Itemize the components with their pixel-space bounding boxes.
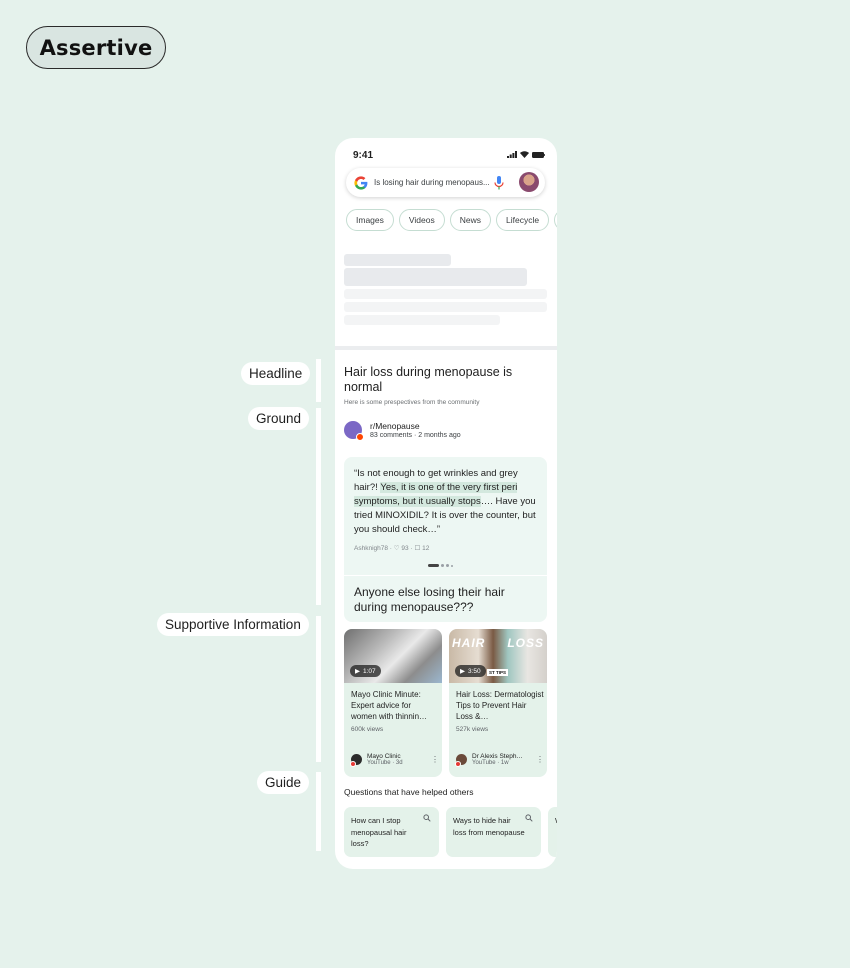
search-input[interactable]: Is losing hair during menopaus... bbox=[374, 178, 492, 187]
video-views: 527k views bbox=[456, 726, 489, 733]
search-icon bbox=[423, 814, 431, 822]
question-text: W t c bbox=[555, 815, 557, 827]
play-icon: ▶ bbox=[460, 668, 465, 675]
quote-text: “Is not enough to get wrinkles and grey … bbox=[354, 467, 540, 537]
video-title: Mayo Clinic Minute: Expert advice for wo… bbox=[351, 690, 428, 721]
comment-icon: ☐ bbox=[414, 545, 421, 552]
video-channel: Dr Alexis Steph… YouTube · 1w ⋮ bbox=[455, 753, 544, 767]
chip-videos[interactable]: Videos bbox=[398, 209, 445, 231]
google-logo-icon bbox=[354, 175, 368, 190]
video-title: Hair Loss: Dermatologist Tips to Prevent… bbox=[456, 690, 544, 721]
more-options-icon[interactable]: ⋮ bbox=[431, 755, 439, 764]
skeleton-line bbox=[344, 289, 547, 299]
carousel-dot[interactable] bbox=[446, 564, 449, 567]
video-thumbnail: HAIR LOSS ST TIPS ▶ 3:50 bbox=[449, 629, 547, 683]
channel-avatar bbox=[350, 754, 362, 767]
thumb-badge: ST TIPS bbox=[487, 669, 509, 676]
carousel-dot[interactable] bbox=[428, 564, 439, 567]
video-duration: ▶ 1:07 bbox=[350, 665, 381, 677]
annotation-bracket-ground bbox=[316, 408, 321, 605]
battery-icon bbox=[532, 151, 545, 158]
skeleton-line bbox=[344, 254, 451, 266]
channel-name: Dr Alexis Steph… bbox=[472, 753, 523, 760]
channel-meta: YouTube · 1w bbox=[472, 760, 509, 766]
question-chip[interactable]: Ways to hide hair loss from menopause bbox=[446, 807, 541, 857]
quote-likes: 93 bbox=[401, 545, 409, 552]
video-duration: ▶ 3:50 bbox=[455, 665, 486, 677]
phone-screen: 9:41 Is losing hair during menopaus... I… bbox=[335, 138, 557, 869]
play-icon: ▶ bbox=[355, 668, 360, 675]
channel-name: Mayo Clinic bbox=[367, 753, 401, 760]
question-chip[interactable]: How can I stop menopausal hair loss? bbox=[344, 807, 439, 857]
quote-divider bbox=[344, 575, 547, 576]
annotation-label-headline: Headline bbox=[241, 362, 311, 385]
annotation-label-guide: Guide bbox=[257, 771, 310, 794]
answer-subheadline: Here is some prespectives from the commu… bbox=[344, 399, 480, 406]
duration-text: 3:50 bbox=[468, 667, 481, 675]
channel-meta: YouTube · 3d bbox=[367, 760, 403, 766]
page-title: Assertive bbox=[26, 26, 166, 69]
quote-author: Ashknigh78 bbox=[354, 545, 388, 552]
chip-more[interactable]: Re bbox=[554, 209, 557, 231]
youtube-badge-icon bbox=[350, 761, 356, 767]
answer-headline: Hair loss during menopause is normal bbox=[344, 365, 513, 394]
wifi-icon bbox=[520, 151, 529, 158]
annotation-label-ground: Ground bbox=[248, 407, 310, 430]
community-source[interactable]: r/Menopause 83 comments · 2 months ago bbox=[344, 421, 461, 441]
channel-avatar bbox=[455, 754, 467, 767]
annotation-bracket-guide bbox=[316, 772, 321, 851]
search-icon bbox=[525, 814, 533, 822]
video-channel: Mayo Clinic YouTube · 3d ⋮ bbox=[350, 753, 439, 767]
question-chip[interactable]: W t c bbox=[548, 807, 557, 857]
question-text: How can I stop menopausal hair loss? bbox=[351, 816, 407, 848]
skeleton-line bbox=[344, 302, 547, 312]
carousel-dot[interactable] bbox=[441, 564, 444, 567]
status-icons bbox=[507, 151, 545, 158]
duration-text: 1:07 bbox=[363, 667, 376, 675]
carousel-indicator bbox=[428, 564, 453, 567]
youtube-badge-icon bbox=[455, 761, 461, 767]
chip-images[interactable]: Images bbox=[346, 209, 394, 231]
thumb-text-right: LOSS bbox=[507, 636, 544, 650]
community-avatar bbox=[344, 421, 364, 441]
reddit-badge-icon bbox=[356, 433, 364, 441]
video-views: 600k views bbox=[351, 726, 384, 733]
annotation-bracket-headline bbox=[316, 359, 321, 402]
quote-comments: 12 bbox=[422, 545, 430, 552]
questions-heading: Questions that have helped others bbox=[344, 787, 474, 797]
community-meta: 83 comments · 2 months ago bbox=[370, 432, 461, 439]
video-card[interactable]: ▶ 1:07 Mayo Clinic Minute: Expert advice … bbox=[344, 629, 442, 777]
filter-chips: Images Videos News Lifecycle Re bbox=[346, 209, 557, 231]
status-time: 9:41 bbox=[353, 150, 374, 161]
skeleton-line bbox=[344, 315, 500, 325]
annotation-bracket-supportive-information bbox=[316, 616, 321, 762]
video-card[interactable]: HAIR LOSS ST TIPS ▶ 3:50 Hair Loss: Derma… bbox=[449, 629, 547, 777]
chip-news[interactable]: News bbox=[449, 209, 491, 231]
section-divider bbox=[335, 346, 557, 350]
more-options-icon[interactable]: ⋮ bbox=[536, 755, 544, 764]
signal-icon bbox=[507, 151, 517, 158]
community-quote-card[interactable]: “Is not enough to get wrinkles and grey … bbox=[344, 457, 547, 622]
annotation-label-supportive-information: Supportive Information bbox=[157, 613, 309, 636]
thumb-text-left: HAIR bbox=[452, 636, 486, 650]
heart-icon: ♡ bbox=[393, 545, 400, 552]
search-bar[interactable]: Is losing hair during menopaus... bbox=[346, 168, 545, 197]
thread-title[interactable]: Anyone else losing their hair during men… bbox=[354, 585, 540, 614]
chip-lifecycle[interactable]: Lifecycle bbox=[495, 209, 550, 231]
user-avatar[interactable] bbox=[519, 172, 539, 192]
carousel-dot[interactable] bbox=[451, 564, 453, 567]
question-text: Ways to hide hair loss from menopause bbox=[453, 816, 525, 837]
community-name[interactable]: r/Menopause bbox=[370, 421, 461, 431]
quote-meta: Ashknigh78 · ♡ 93 · ☐ 12 bbox=[354, 545, 430, 552]
mic-icon[interactable] bbox=[494, 175, 504, 190]
video-thumbnail: ▶ 1:07 bbox=[344, 629, 442, 683]
skeleton-line bbox=[344, 268, 527, 286]
